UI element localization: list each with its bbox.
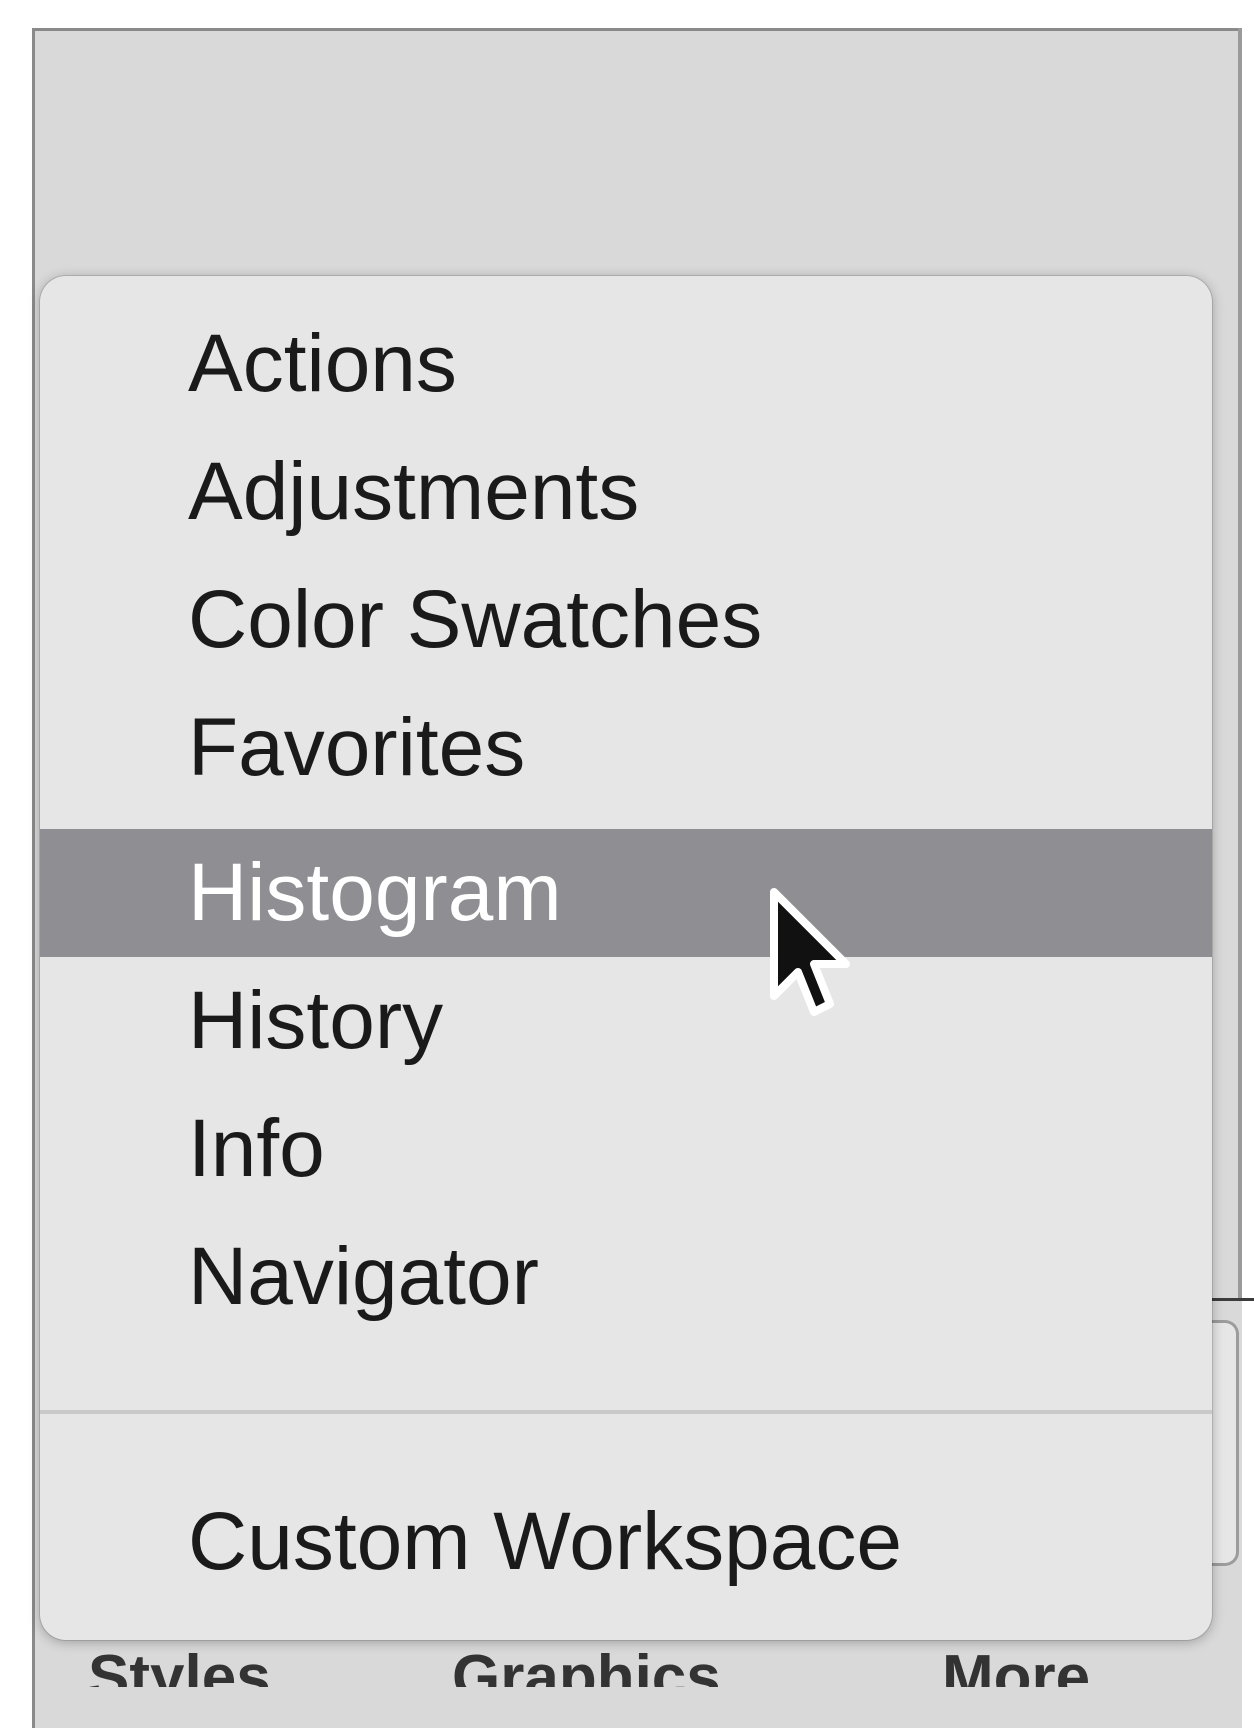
menu-item-favorites[interactable]: Favorites <box>40 684 1212 812</box>
menu-item-navigator[interactable]: Navigator <box>40 1213 1212 1341</box>
panels-menu: Actions Adjustments Color Swatches Favor… <box>40 276 1212 1640</box>
tab-graphics[interactable]: Graphics <box>452 1642 721 1687</box>
menu-item-custom-workspace[interactable]: Custom Workspace <box>40 1478 1212 1606</box>
menu-item-actions[interactable]: Actions <box>40 300 1212 428</box>
menu-item-info[interactable]: Info <box>40 1085 1212 1213</box>
menu-item-adjustments[interactable]: Adjustments <box>40 428 1212 556</box>
menu-item-histogram[interactable]: Histogram <box>40 829 1212 957</box>
menu-item-color-swatches[interactable]: Color Swatches <box>40 556 1212 684</box>
window-edge <box>1238 28 1242 1300</box>
mouse-pointer-icon <box>770 888 850 1016</box>
tab-styles[interactable]: Styles <box>88 1642 271 1687</box>
menu-separator <box>40 1410 1212 1414</box>
menu-item-history[interactable]: History <box>40 957 1212 1085</box>
tab-more[interactable]: More <box>942 1642 1090 1687</box>
